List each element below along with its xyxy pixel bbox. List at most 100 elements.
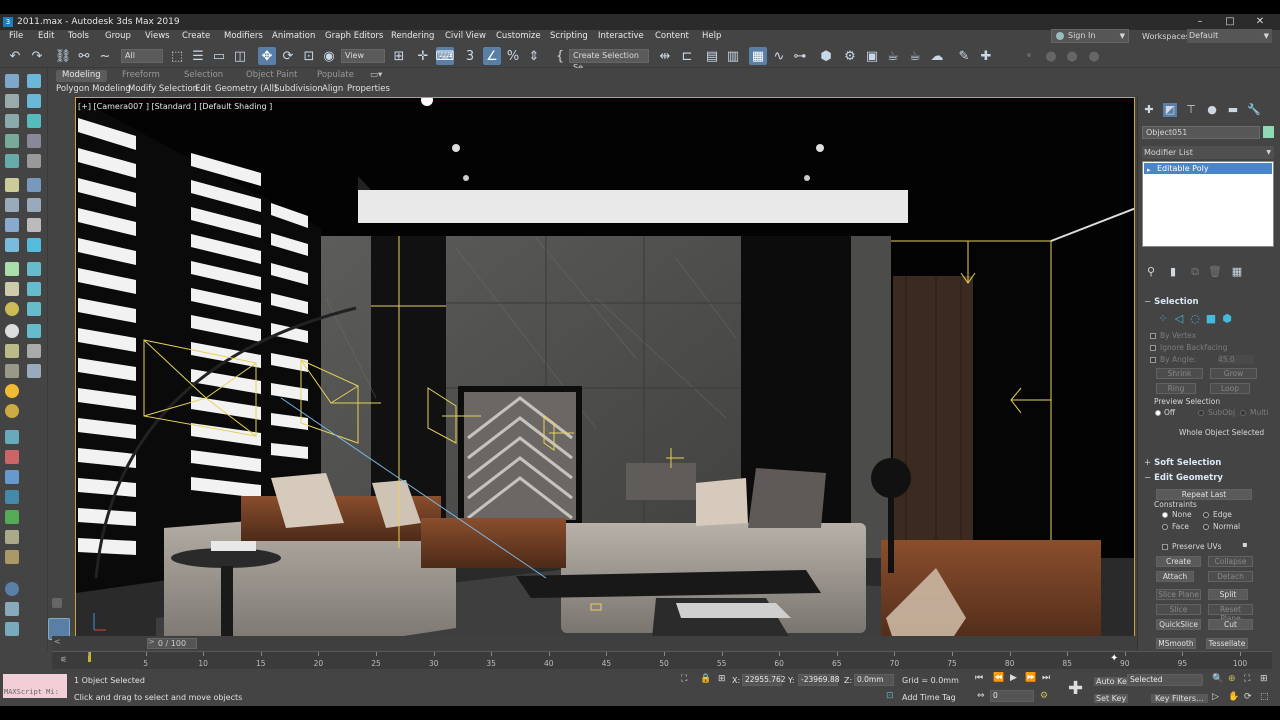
- plane-icon[interactable]: [5, 114, 19, 128]
- ribbon-tab-freeform[interactable]: Freeform: [122, 70, 160, 82]
- menu-file[interactable]: File: [9, 31, 23, 41]
- place-icon[interactable]: ◉: [320, 47, 338, 65]
- constraint-face-radio[interactable]: [1162, 524, 1168, 530]
- toggle-ribbon-icon[interactable]: ▥: [724, 47, 742, 65]
- box-icon[interactable]: [5, 94, 19, 108]
- time-tag-icon[interactable]: ⊡: [886, 691, 894, 701]
- slider-next-icon[interactable]: >: [148, 637, 155, 646]
- layer-explorer-icon[interactable]: ▤: [703, 47, 721, 65]
- time-slider[interactable]: < 0 / 100 >: [52, 636, 1137, 650]
- expand-arrow-icon[interactable]: ▸: [1147, 165, 1151, 176]
- tree-icon[interactable]: [5, 510, 19, 524]
- snaps-toggle-icon[interactable]: 3: [461, 47, 479, 65]
- ribbon-tab-modeling[interactable]: Modeling: [56, 70, 107, 82]
- ribbon-tab-object-paint[interactable]: Object Paint: [246, 70, 297, 82]
- select-and-scale-icon[interactable]: ⊡: [300, 47, 318, 65]
- split-button[interactable]: Split: [1208, 589, 1248, 600]
- maximize-button[interactable]: □: [1215, 14, 1245, 30]
- ribbon-panel-modify-selection[interactable]: Modify Selection: [128, 84, 198, 96]
- shrink-button[interactable]: Shrink: [1156, 368, 1203, 379]
- sign-in-dropdown[interactable]: Sign In ▼: [1051, 29, 1129, 43]
- absolute-mode-icon[interactable]: ⊞: [718, 674, 726, 684]
- window-crossing-icon[interactable]: ◫: [231, 47, 249, 65]
- edge-mode-icon[interactable]: ◁: [1172, 312, 1186, 326]
- constraint-normal-radio[interactable]: [1203, 524, 1209, 530]
- ribbon-panel-subdivision[interactable]: Subdivision: [274, 84, 323, 96]
- cut-button[interactable]: Cut: [1208, 619, 1253, 630]
- bind-space-warp-icon[interactable]: ~: [96, 47, 114, 65]
- manipulate-icon[interactable]: ✛: [414, 47, 432, 65]
- spacewarp-icon[interactable]: [27, 178, 41, 192]
- refresh-icon[interactable]: [27, 218, 41, 232]
- z-coordinate-field[interactable]: 0.0mm: [854, 674, 894, 686]
- set-key-icon[interactable]: ✚: [1068, 678, 1083, 699]
- ring-button[interactable]: Ring: [1156, 383, 1196, 394]
- undo-icon[interactable]: ↶: [6, 47, 24, 65]
- quickslice-button[interactable]: QuickSlice: [1156, 619, 1201, 630]
- hedra-icon[interactable]: [5, 344, 19, 358]
- selection-rollout-header[interactable]: − Selection: [1144, 297, 1199, 307]
- curve-editor-icon[interactable]: ∿: [770, 47, 788, 65]
- pan-icon[interactable]: ✋: [1228, 692, 1239, 702]
- preview-multi-radio[interactable]: [1240, 410, 1246, 416]
- preview-subobj-radio[interactable]: [1198, 410, 1204, 416]
- y-coordinate-field[interactable]: -23969.88: [798, 674, 840, 686]
- menu-group[interactable]: Group: [105, 31, 131, 41]
- go-to-start-icon[interactable]: ⏮: [975, 673, 983, 683]
- globe-icon[interactable]: [5, 490, 19, 504]
- zoom-icon[interactable]: 🔍: [1212, 674, 1223, 684]
- rotate-icon[interactable]: [5, 218, 19, 232]
- menu-customize[interactable]: Customize: [496, 31, 541, 41]
- by-angle-checkbox[interactable]: [1150, 357, 1156, 363]
- tessellate-button[interactable]: Tessellate: [1206, 638, 1248, 649]
- polygon-mode-icon[interactable]: ■: [1204, 312, 1218, 326]
- camera-viewport[interactable]: [75, 97, 1135, 647]
- edit-geometry-rollout-header[interactable]: − Edit Geometry: [1144, 473, 1223, 483]
- settings-icon[interactable]: ▪: [1238, 540, 1252, 554]
- capsule-icon[interactable]: [27, 324, 41, 338]
- field-of-view-icon[interactable]: ▷: [1212, 692, 1219, 702]
- previous-frame-icon[interactable]: ⏪: [993, 673, 1004, 683]
- menu-modifiers[interactable]: Modifiers: [224, 31, 263, 41]
- crowd-icon[interactable]: [5, 550, 19, 564]
- remove-modifier-icon[interactable]: 🗑: [1208, 265, 1222, 279]
- menu-views[interactable]: Views: [145, 31, 170, 41]
- ribbon-panel-properties[interactable]: Properties: [347, 84, 390, 96]
- constraint-none-radio[interactable]: [1162, 512, 1168, 518]
- schematic-view-icon[interactable]: ⊶: [791, 47, 809, 65]
- pin-stack-icon[interactable]: ⚲: [1144, 265, 1158, 279]
- x-coordinate-field[interactable]: 22955.762: [742, 674, 786, 686]
- expand-arrow-icon[interactable]: [52, 598, 62, 608]
- lightbulb-icon[interactable]: [27, 74, 41, 88]
- scale-icon[interactable]: [5, 238, 19, 252]
- list-icon[interactable]: [27, 154, 41, 168]
- repeat-last-button[interactable]: Repeat Last: [1156, 489, 1252, 500]
- close-button[interactable]: ✕: [1245, 14, 1275, 30]
- sphere-icon[interactable]: ●: [1063, 47, 1081, 65]
- track-bar[interactable]: ⚟ 5 10 15 20 25 30 35 40 45 50 55 60 65 70 75 80 85 90 95 1…: [52, 651, 1272, 669]
- rendered-frame-window-icon[interactable]: ▣: [863, 47, 881, 65]
- sphere-gold-icon[interactable]: [5, 404, 19, 418]
- detach-button[interactable]: Detach: [1208, 571, 1253, 582]
- by-vertex-checkbox[interactable]: [1150, 333, 1156, 339]
- layer-icon[interactable]: [5, 154, 19, 168]
- current-frame-field[interactable]: 0: [990, 690, 1034, 702]
- menu-rendering[interactable]: Rendering: [391, 31, 434, 41]
- ribbon-panel-edit[interactable]: Edit: [195, 84, 211, 96]
- key-mode-icon[interactable]: ⇔: [977, 691, 985, 701]
- teapot-icon[interactable]: [5, 262, 19, 276]
- hierarchy-tab-icon[interactable]: ⊤: [1184, 103, 1198, 117]
- paint-icon[interactable]: [5, 450, 19, 464]
- ribbon-panel-polygon-modeling[interactable]: Polygon Modeling: [56, 84, 131, 96]
- menu-animation[interactable]: Animation: [272, 31, 315, 41]
- menu-graph-editors[interactable]: Graph Editors: [325, 31, 383, 41]
- hair-icon[interactable]: [5, 430, 19, 444]
- modifier-list-dropdown[interactable]: Modifier List ▼: [1142, 146, 1274, 159]
- display-tab-icon[interactable]: ▬: [1226, 103, 1240, 117]
- ribbon-options-icon[interactable]: ▭▾: [370, 70, 382, 82]
- menu-scripting[interactable]: Scripting: [550, 31, 588, 41]
- menu-help[interactable]: Help: [702, 31, 721, 41]
- zoom-extents-all-icon[interactable]: ⊞: [1260, 674, 1268, 684]
- sphere-icon[interactable]: [27, 94, 41, 108]
- reset-plane-button[interactable]: Reset Plane: [1208, 604, 1253, 623]
